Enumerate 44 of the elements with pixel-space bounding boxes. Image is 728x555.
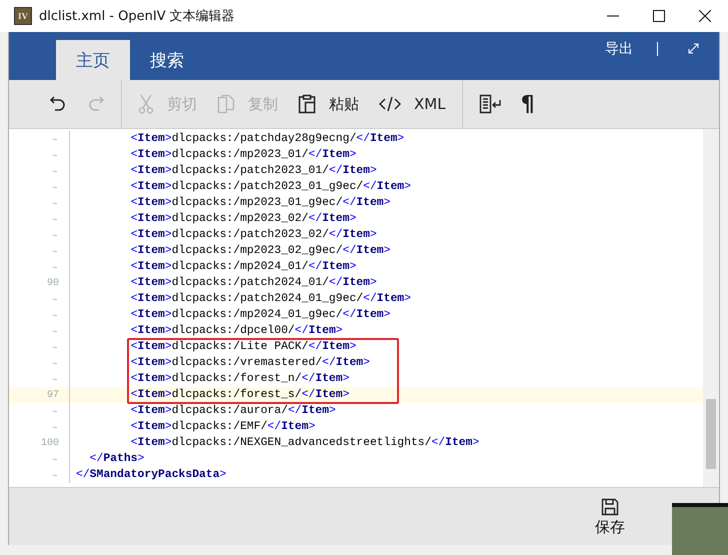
toolbar-button[interactable]: ¶ <box>510 86 545 122</box>
code-line: <Item>dlcpacks:/mp2024_01/</Item> <box>130 261 356 273</box>
export-button[interactable]: 导出 <box>605 40 633 58</box>
code-line: <Item>dlcpacks:/patch2024_01_g9ec/</Item> <box>130 293 411 305</box>
code-line: </Paths> <box>88 453 144 465</box>
tab[interactable]: 搜索 <box>130 40 204 80</box>
clipboard-icon <box>298 94 316 114</box>
line-number: 100 <box>40 438 59 448</box>
expand-icon[interactable] <box>688 43 699 54</box>
scissors-icon <box>138 94 154 114</box>
code-line: <Item>dlcpacks:/forest_n/</Item> <box>130 373 350 385</box>
save-button[interactable]: 保存 <box>587 488 633 545</box>
line-number: 90 <box>46 278 59 288</box>
wrap-icon <box>478 94 501 114</box>
code-line: <Item>dlcpacks:/patchday28g9ecng/</Item> <box>130 133 404 145</box>
photo-placeholder <box>672 503 728 555</box>
code-line: <Item>dlcpacks:/mp2023_01_g9ec/</Item> <box>130 197 390 209</box>
code-line: <Item>dlcpacks:/vremastered/</Item> <box>130 357 370 369</box>
copy-icon <box>217 94 235 114</box>
code-line: <Item>dlcpacks:/mp2023_02/</Item> <box>130 213 356 225</box>
undo-icon <box>49 95 67 113</box>
toolbar-button[interactable]: 粘贴 <box>288 86 369 122</box>
code-line: <Item>dlcpacks:/patch2023_01_g9ec/</Item> <box>130 181 411 193</box>
redo-icon <box>87 95 105 113</box>
code-line: </SMandatoryPacksData> <box>76 469 226 481</box>
app-icon: IV <box>14 7 32 25</box>
code-line: <Item>dlcpacks:/forest_s/</Item> <box>130 389 350 401</box>
code-line: <Item>dlcpacks:/mp2023_02_g9ec/</Item> <box>130 245 390 257</box>
code-line: <Item>dlcpacks:/Lite PACK/</Item> <box>130 341 356 353</box>
tab[interactable]: 主页 <box>56 40 130 80</box>
toolbar-button[interactable]: XML <box>369 86 456 122</box>
code-line: <Item>dlcpacks:/NEXGEN_advancedstreetlights/</Item> <box>130 437 480 449</box>
code-line: <Item>dlcpacks:/dpcel00/</Item> <box>130 325 343 337</box>
line-number: 97 <box>46 390 59 400</box>
scrollbar[interactable] <box>703 129 719 487</box>
code-line: <Item>dlcpacks:/patch2023_01/</Item> <box>130 165 377 177</box>
code-line: <Item>dlcpacks:/aurora/</Item> <box>130 405 336 417</box>
window-title: dlclist.xml - OpenIV 文本编辑器 <box>39 8 236 25</box>
code-icon <box>379 96 401 112</box>
code-line: <Item>dlcpacks:/patch2024_01/</Item> <box>130 277 377 289</box>
code-line: <Item>dlcpacks:/EMF/</Item> <box>130 421 316 433</box>
code-line: <Item>dlcpacks:/patch2023_02/</Item> <box>130 229 377 241</box>
code-line: <Item>dlcpacks:/mp2024_01_g9ec/</Item> <box>130 309 390 321</box>
code-line: <Item>dlcpacks:/mp2023_01/</Item> <box>130 149 356 161</box>
